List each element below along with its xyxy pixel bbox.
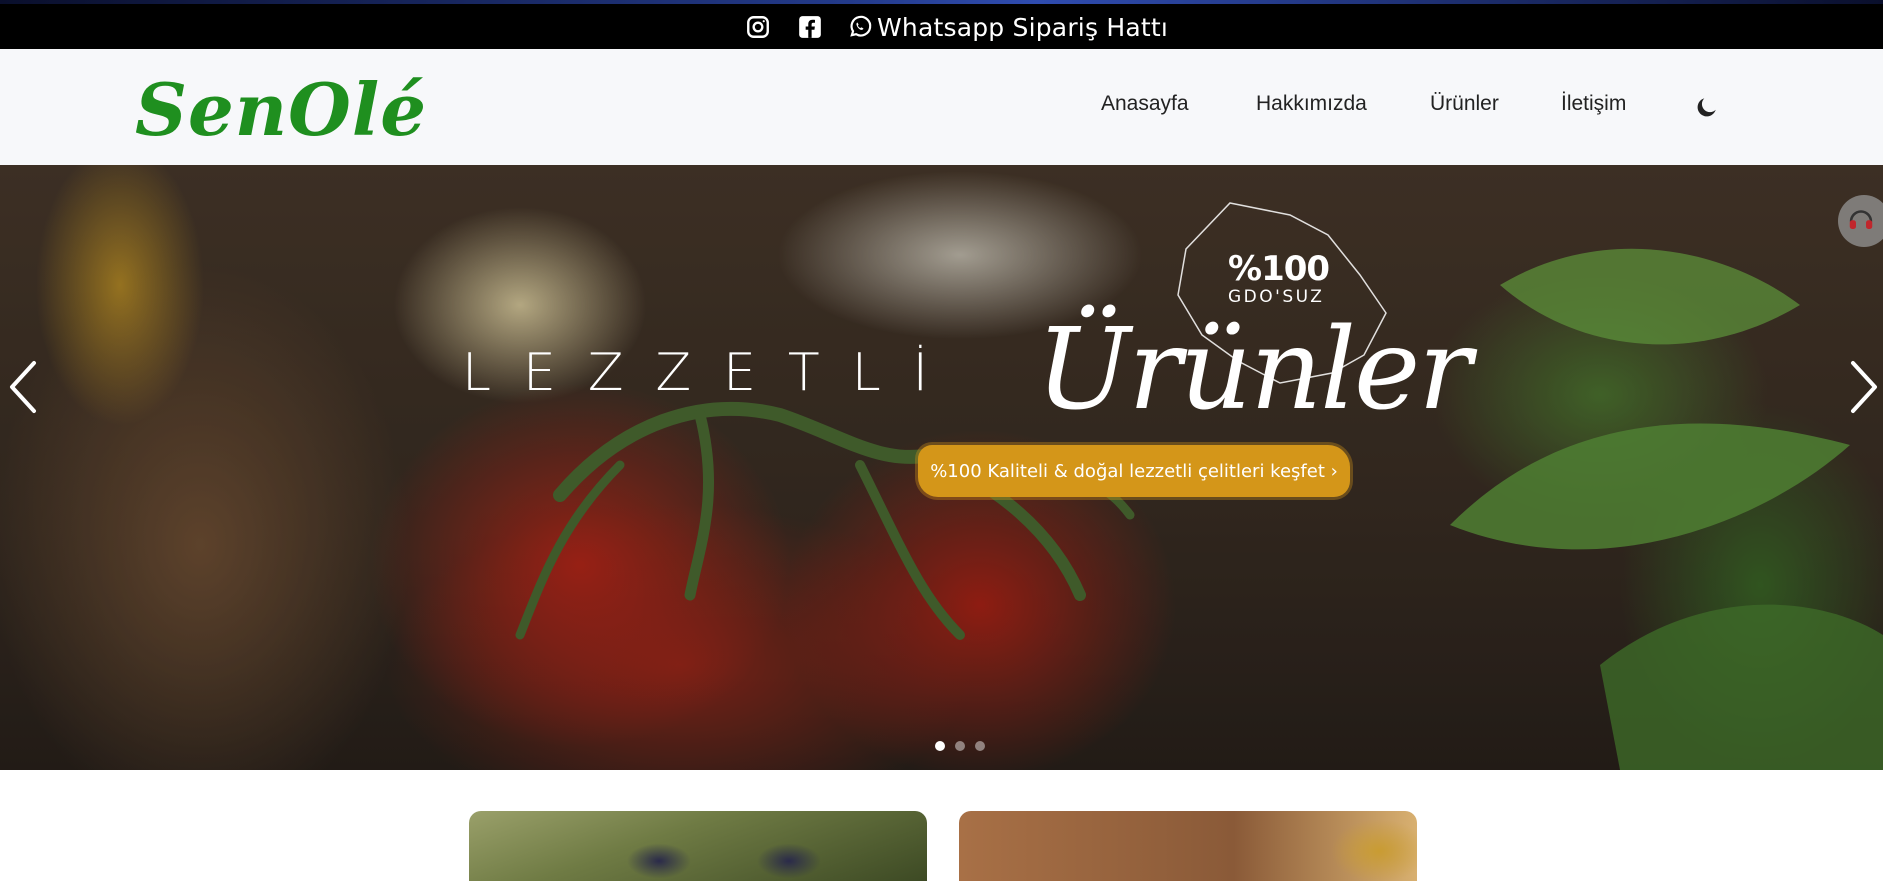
whatsapp-order-link[interactable]: Whatsapp Sipariş Hattı (846, 13, 1168, 42)
site-logo[interactable]: SenOlé (135, 67, 427, 152)
whatsapp-label: Whatsapp Sipariş Hattı (877, 12, 1168, 42)
product-card-olive-oil[interactable] (959, 811, 1417, 881)
chevron-left-icon[interactable] (4, 357, 44, 417)
headphones-icon (1846, 204, 1876, 239)
social-links: Whatsapp Sipariş Hattı (744, 12, 1168, 42)
hero-headline-right: Ürünler (1036, 305, 1472, 435)
hero-headline-left: LEZZETLİ (462, 343, 960, 403)
support-button[interactable] (1838, 195, 1883, 247)
whatsapp-icon (846, 13, 874, 41)
chevron-right-icon[interactable] (1843, 357, 1883, 417)
carousel-dot[interactable] (955, 741, 965, 751)
hero-cta-button[interactable]: %100 Kaliteli & doğal lezzetli çelitleri… (918, 445, 1350, 497)
nav-item-urunler[interactable]: Ürünler (1430, 92, 1499, 116)
instagram-icon[interactable] (744, 13, 772, 41)
nav-item-iletisim[interactable]: İletişim (1561, 92, 1626, 116)
badge-percent: %100 (1228, 249, 1330, 289)
carousel-dot[interactable] (935, 741, 945, 751)
product-card-olives[interactable] (469, 811, 927, 881)
moon-icon[interactable] (1694, 94, 1720, 120)
carousel-dot[interactable] (975, 741, 985, 751)
badge-subtitle: GDO'SUZ (1228, 287, 1325, 307)
hero-carousel: %100 GDO'SUZ LEZZETLİ Ürünler %100 Kalit… (0, 165, 1883, 770)
top-accent-line (0, 0, 1883, 4)
nav-item-hakkimizda[interactable]: Hakkımızda (1256, 92, 1367, 116)
facebook-icon[interactable] (796, 13, 824, 41)
nav-item-anasayfa[interactable]: Anasayfa (1101, 92, 1189, 116)
hero-content: %100 GDO'SUZ LEZZETLİ Ürünler %100 Kalit… (0, 165, 1883, 770)
carousel-indicators (935, 741, 985, 751)
top-bar: Whatsapp Sipariş Hattı (0, 0, 1883, 49)
main-navbar: SenOlé Anasayfa Hakkımızda Ürünler İleti… (0, 49, 1883, 165)
